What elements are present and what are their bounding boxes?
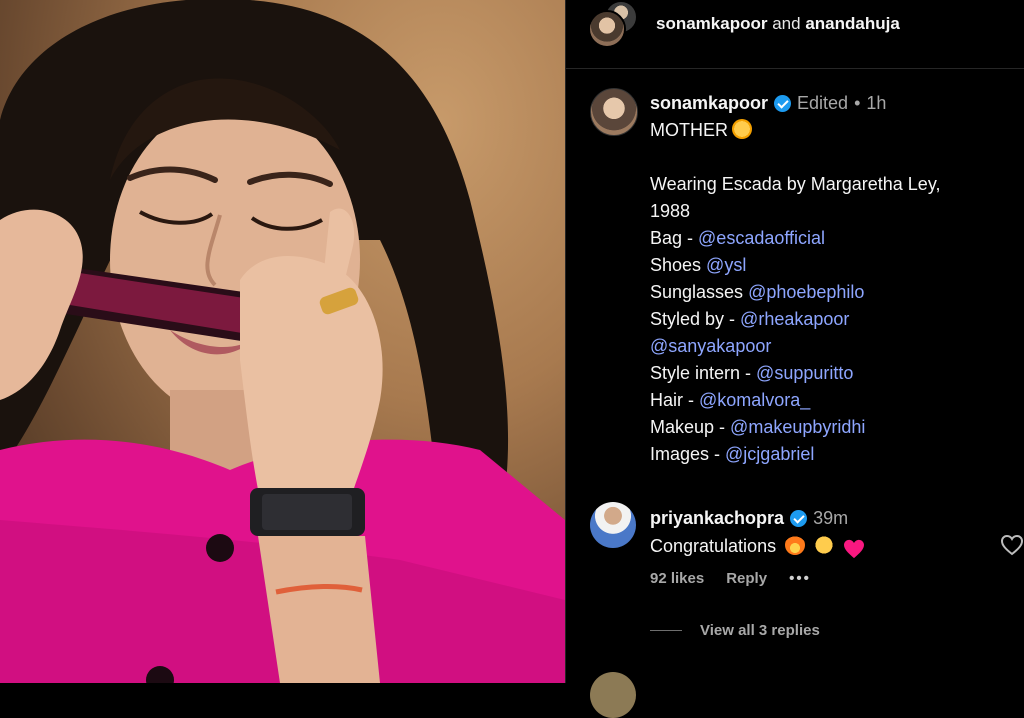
mention-link[interactable]: @komalvora_ bbox=[699, 390, 810, 410]
caption-line-text: Bag - bbox=[650, 228, 699, 248]
comment-header: priyankachopra 39m bbox=[650, 504, 980, 532]
comment-likes[interactable]: 92 likes bbox=[650, 570, 704, 587]
caption-line-text: Hair - bbox=[650, 390, 699, 410]
caption-avatar[interactable] bbox=[590, 88, 638, 136]
view-replies-label[interactable]: View all 3 replies bbox=[700, 622, 820, 639]
collab-avatars[interactable] bbox=[588, 0, 640, 52]
caption-dot: • bbox=[854, 93, 861, 113]
caption-line: Style intern - @suppuritto bbox=[650, 360, 1010, 387]
verified-badge-icon bbox=[790, 509, 808, 527]
heart-outline-icon[interactable] bbox=[1000, 534, 1024, 556]
mention-link[interactable]: @ysl bbox=[706, 255, 746, 275]
caption-line: Shoes @ysl bbox=[650, 252, 1010, 279]
mention-link[interactable]: @escadaofficial bbox=[698, 228, 825, 248]
mention-link[interactable]: @makeupbyridhi bbox=[730, 417, 865, 437]
post-header: sonamkapoor and anandahuja bbox=[566, 0, 1024, 69]
mention-link[interactable]: @phoebephilo bbox=[748, 282, 864, 302]
caption-line-text: Images - bbox=[650, 444, 726, 464]
post-panel: sonamkapoor and anandahuja sonamkapoor E… bbox=[566, 0, 1024, 718]
caption-line-text: Makeup - bbox=[650, 417, 731, 437]
caption-line-text: Sunglasses bbox=[650, 282, 749, 302]
fire-emoji-icon bbox=[785, 535, 806, 555]
reply-button[interactable]: Reply bbox=[726, 570, 767, 587]
photo-illustration bbox=[0, 0, 565, 683]
comment-avatar[interactable] bbox=[590, 502, 636, 548]
caption-header: sonamkapoor Edited • 1h bbox=[650, 90, 1010, 117]
caption-line-text: Shoes bbox=[650, 255, 707, 275]
header-user1-link[interactable]: sonamkapoor bbox=[656, 14, 767, 33]
caption: sonamkapoor Edited • 1h MOTHER Wearing E… bbox=[650, 90, 1010, 468]
caption-line-text: Wearing Escada by Margaretha Ley, bbox=[650, 174, 941, 194]
raising-hands-emoji-icon bbox=[814, 535, 835, 555]
header-title: sonamkapoor and anandahuja bbox=[656, 14, 900, 34]
caption-line: Hair - @komalvora_ bbox=[650, 387, 1010, 414]
replies-divider bbox=[650, 630, 682, 631]
comment-text: Congratulations bbox=[650, 536, 777, 556]
header-user2-link[interactable]: anandahuja bbox=[805, 14, 899, 33]
caption-line: Sunglasses @phoebephilo bbox=[650, 279, 1010, 306]
caption-line: Styled by - @rheakapoor bbox=[650, 306, 1010, 333]
caption-line: 1988 bbox=[650, 198, 1010, 225]
comment-username[interactable]: priyankachopra bbox=[650, 504, 784, 532]
kissing-face-emoji-icon bbox=[732, 119, 752, 139]
caption-line bbox=[650, 144, 1010, 171]
caption-line: @sanyakapoor bbox=[650, 333, 1010, 360]
comment: priyankachopra 39m Congratulations bbox=[650, 504, 980, 560]
more-options-icon[interactable]: ••• bbox=[789, 570, 811, 587]
caption-edited: Edited bbox=[797, 93, 849, 113]
comment-actions: 92 likes Reply ••• bbox=[650, 570, 811, 587]
view-replies[interactable]: View all 3 replies bbox=[650, 622, 820, 639]
mention-link[interactable]: @jcjgabriel bbox=[725, 444, 814, 464]
header-and: and bbox=[772, 14, 801, 33]
avatar-sonamkapoor[interactable] bbox=[588, 10, 626, 48]
next-comment-avatar[interactable] bbox=[590, 672, 636, 718]
caption-line: Makeup - @makeupbyridhi bbox=[650, 414, 1010, 441]
mention-link[interactable]: @rheakapoor bbox=[740, 309, 849, 329]
comment-text-line: Congratulations bbox=[650, 532, 980, 560]
caption-username[interactable]: sonamkapoor bbox=[650, 90, 768, 117]
caption-line-text: MOTHER bbox=[650, 120, 728, 140]
caption-line: MOTHER bbox=[650, 117, 1010, 144]
caption-line: Bag - @escadaofficial bbox=[650, 225, 1010, 252]
mention-link[interactable]: @sanyakapoor bbox=[650, 336, 771, 356]
caption-line-text: Style intern - bbox=[650, 363, 757, 383]
mention-link[interactable]: @suppuritto bbox=[756, 363, 853, 383]
comment-time[interactable]: 39m bbox=[813, 504, 848, 532]
verified-badge-icon bbox=[774, 95, 792, 112]
caption-line-text: Styled by - bbox=[650, 309, 741, 329]
caption-line-text: 1988 bbox=[650, 201, 691, 221]
caption-time[interactable]: 1h bbox=[866, 90, 886, 117]
caption-line: Wearing Escada by Margaretha Ley, bbox=[650, 171, 1010, 198]
post-photo bbox=[0, 0, 565, 683]
caption-line: Images - @jcjgabriel bbox=[650, 441, 1010, 468]
